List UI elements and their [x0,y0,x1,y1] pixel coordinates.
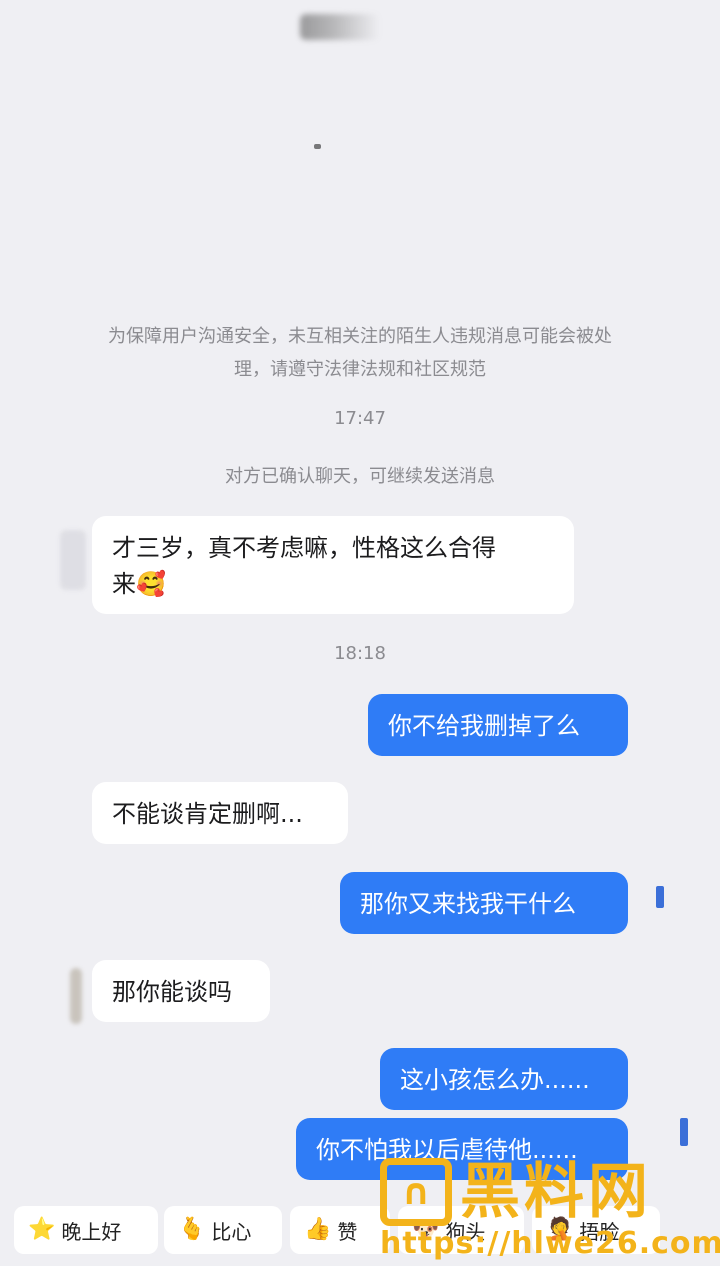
blurred-avatar-edge [680,1118,688,1146]
message-bubble-outgoing[interactable]: 这小孩怎么办...... [380,1048,628,1110]
star-icon: ⭐ [28,1217,56,1242]
message-text: 你不给我删掉了么 [388,712,580,740]
safety-notice-line2: 理，请遵守法律法规和社区规范 [234,359,486,380]
blurred-avatar-edge [656,886,664,908]
watermark-title: 黑料网 [460,1157,652,1227]
timestamp: 18:18 [334,643,386,664]
timestamp: 17:47 [334,408,386,429]
hug-emoji-icon: 🥰 [136,570,166,598]
message-bubble-incoming[interactable]: 才三岁，真不考虑嘛，性格这么合得 来🥰 [92,516,574,614]
thumbs-up-icon: 👍 [304,1217,332,1242]
system-message: 对方已确认聊天，可继续发送消息 [225,466,495,487]
blurred-header [300,14,380,40]
avatar [60,530,86,590]
quick-reply-label: 晚上好 [61,1219,122,1244]
quick-reply-like[interactable]: 👍 赞 [290,1206,390,1254]
quick-reply-label: 比心 [211,1219,252,1244]
message-bubble-outgoing[interactable]: 那你又来找我干什么 [340,872,628,934]
safety-notice: 为保障用户沟通安全，未互相关注的陌生人违规消息可能会被处 理，请遵守法律法规和社… [70,320,650,386]
watermark-logo-icon: ∩ [380,1158,452,1226]
quick-reply-heart-hands[interactable]: 🫰 比心 [164,1206,282,1254]
quick-reply-good-evening[interactable]: ⭐ 晚上好 [14,1206,158,1254]
safety-notice-line1: 为保障用户沟通安全，未互相关注的陌生人违规消息可能会被处 [108,326,612,347]
watermark: ∩ 黑料网 https://hlwe26.com [380,1152,720,1270]
message-text: 才三岁，真不考虑嘛，性格这么合得 [112,534,496,562]
message-bubble-incoming[interactable]: 那你能谈吗 [92,960,270,1022]
message-bubble-outgoing[interactable]: 你不给我删掉了么 [368,694,628,756]
watermark-url: https://hlwe26.com [380,1226,720,1261]
message-text: 那你又来找我干什么 [360,890,576,918]
heart-hands-icon: 🫰 [178,1217,206,1242]
message-text: 不能谈肯定删啊... [112,800,303,828]
avatar [70,968,82,1024]
message-text: 这小孩怎么办...... [400,1066,590,1094]
message-bubble-incoming[interactable]: 不能谈肯定删啊... [92,782,348,844]
quick-reply-label: 赞 [337,1219,358,1244]
blurred-mark [314,144,321,149]
message-text: 那你能谈吗 [112,978,232,1006]
message-text-line2: 来🥰 [112,570,166,598]
